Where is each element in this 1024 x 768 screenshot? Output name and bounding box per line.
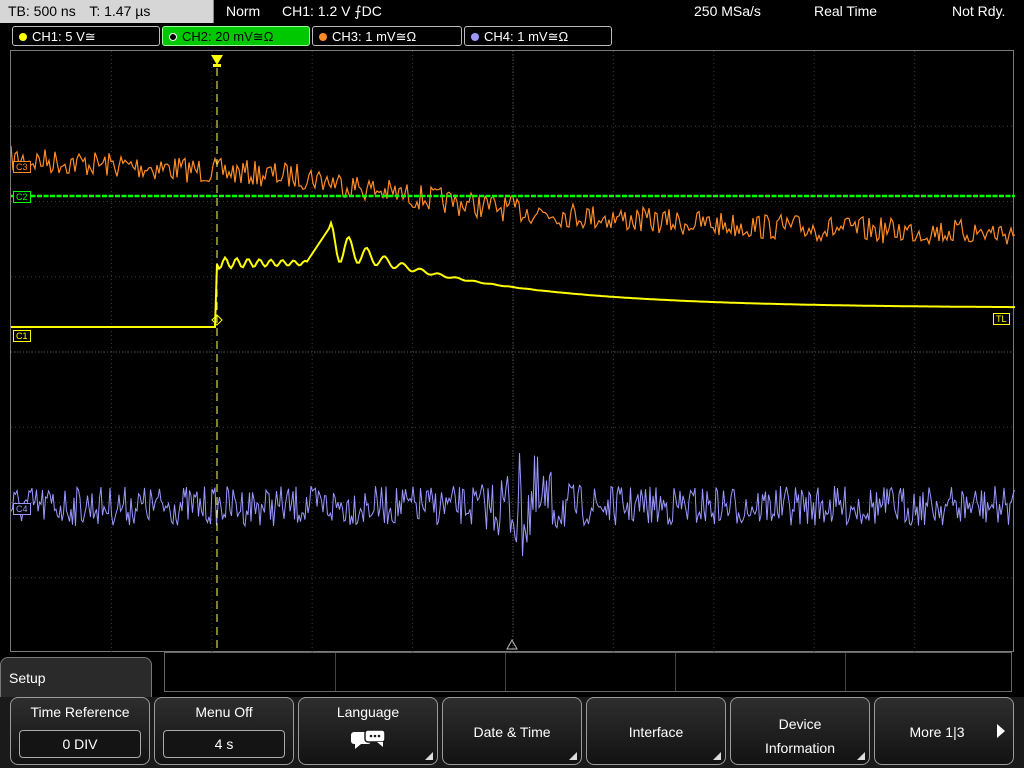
- submenu-corner-icon: [713, 752, 721, 760]
- trigger-stem-icon: [213, 64, 221, 67]
- channel-tabs: CH1: 5 V≅ CH2: 20 mV≅Ω CH3: 1 mV≅Ω CH4: …: [0, 26, 1024, 48]
- channel-tab-ch1[interactable]: CH1: 5 V≅: [12, 26, 160, 46]
- channel-label: CH2: 20 mV≅Ω: [182, 29, 274, 44]
- trigger-time-readout: T: 1.47 µs: [89, 3, 151, 19]
- channel-label: CH3: 1 mV≅Ω: [332, 29, 417, 44]
- menu-off-value[interactable]: 4 s: [163, 730, 285, 758]
- softkey-label: Menu Off: [195, 704, 253, 720]
- waveform-canvas: [11, 51, 1015, 653]
- graticule: [11, 51, 1015, 653]
- time-reference-icon[interactable]: [506, 638, 518, 650]
- channel-tab-ch3[interactable]: CH3: 1 mV≅Ω: [312, 26, 462, 46]
- next-page-arrow-icon: [997, 724, 1005, 738]
- menu-title-tab: Setup: [0, 657, 152, 697]
- speech-bubbles-icon: [351, 729, 386, 749]
- softkey-label: Interface: [628, 724, 684, 740]
- softkey-label: Date & Time: [473, 724, 551, 740]
- info-divider: [845, 653, 846, 691]
- ch2-dot-icon: [169, 33, 177, 41]
- ch3-dot-icon: [319, 33, 327, 41]
- time-reference-value[interactable]: 0 DIV: [19, 730, 141, 758]
- timebase-panel[interactable]: TB: 500 ns T: 1.47 µs: [0, 0, 214, 23]
- submenu-corner-icon: [425, 752, 433, 760]
- softkey-label: Language: [336, 704, 400, 720]
- channel-label: CH1: 5 V≅: [32, 29, 96, 44]
- status-bar: TB: 500 ns T: 1.47 µs Norm CH1: 1.2 V ⨍D…: [0, 0, 1024, 24]
- ch4-offset-marker[interactable]: C4: [13, 503, 31, 515]
- channel-label: CH4: 1 mV≅Ω: [484, 29, 569, 44]
- waveform-display[interactable]: C1 C2 C3 C4 TL: [10, 50, 1015, 653]
- trigger-level-marker[interactable]: TL: [993, 313, 1010, 325]
- info-divider: [335, 653, 336, 691]
- more-softkey[interactable]: More 1|3: [874, 697, 1014, 765]
- timebase-readout: TB: 500 ns: [8, 3, 76, 19]
- device-information-softkey[interactable]: Device Information: [730, 697, 870, 765]
- acquisition-status: Not Rdy.: [952, 3, 1006, 19]
- sample-rate: 250 MSa/s: [694, 3, 761, 19]
- info-area: [164, 652, 1012, 692]
- submenu-corner-icon: [857, 752, 865, 760]
- language-softkey[interactable]: Language: [298, 697, 438, 765]
- menu-title: Setup: [9, 670, 46, 686]
- softkey-bar: Time Reference 0 DIV Menu Off 4 s Langua…: [0, 697, 1024, 768]
- trigger-setting[interactable]: CH1: 1.2 V ⨍DC: [282, 0, 382, 23]
- ch3-offset-marker[interactable]: C3: [13, 161, 31, 173]
- menu-off-softkey[interactable]: Menu Off 4 s: [154, 697, 294, 765]
- ch1-offset-marker[interactable]: C1: [13, 330, 31, 342]
- channel-tab-ch4[interactable]: CH4: 1 mV≅Ω: [464, 26, 612, 46]
- softkey-label: More 1|3: [909, 724, 965, 740]
- softkey-label: Time Reference: [30, 704, 130, 720]
- trigger-mode[interactable]: Norm: [226, 0, 260, 23]
- acquisition-mode: Real Time: [814, 3, 878, 19]
- time-reference-softkey[interactable]: Time Reference 0 DIV: [10, 697, 150, 765]
- date-time-softkey[interactable]: Date & Time: [442, 697, 582, 765]
- info-divider: [675, 653, 676, 691]
- ch2-offset-marker[interactable]: C2: [13, 191, 31, 203]
- interface-softkey[interactable]: Interface: [586, 697, 726, 765]
- ch4-dot-icon: [471, 33, 479, 41]
- channel-tab-ch2[interactable]: CH2: 20 mV≅Ω: [162, 26, 310, 46]
- submenu-corner-icon: [569, 752, 577, 760]
- softkey-label: Device Information: [764, 716, 836, 756]
- trigger-position-icon[interactable]: [211, 55, 223, 65]
- ch1-dot-icon: [19, 33, 27, 41]
- info-divider: [505, 653, 506, 691]
